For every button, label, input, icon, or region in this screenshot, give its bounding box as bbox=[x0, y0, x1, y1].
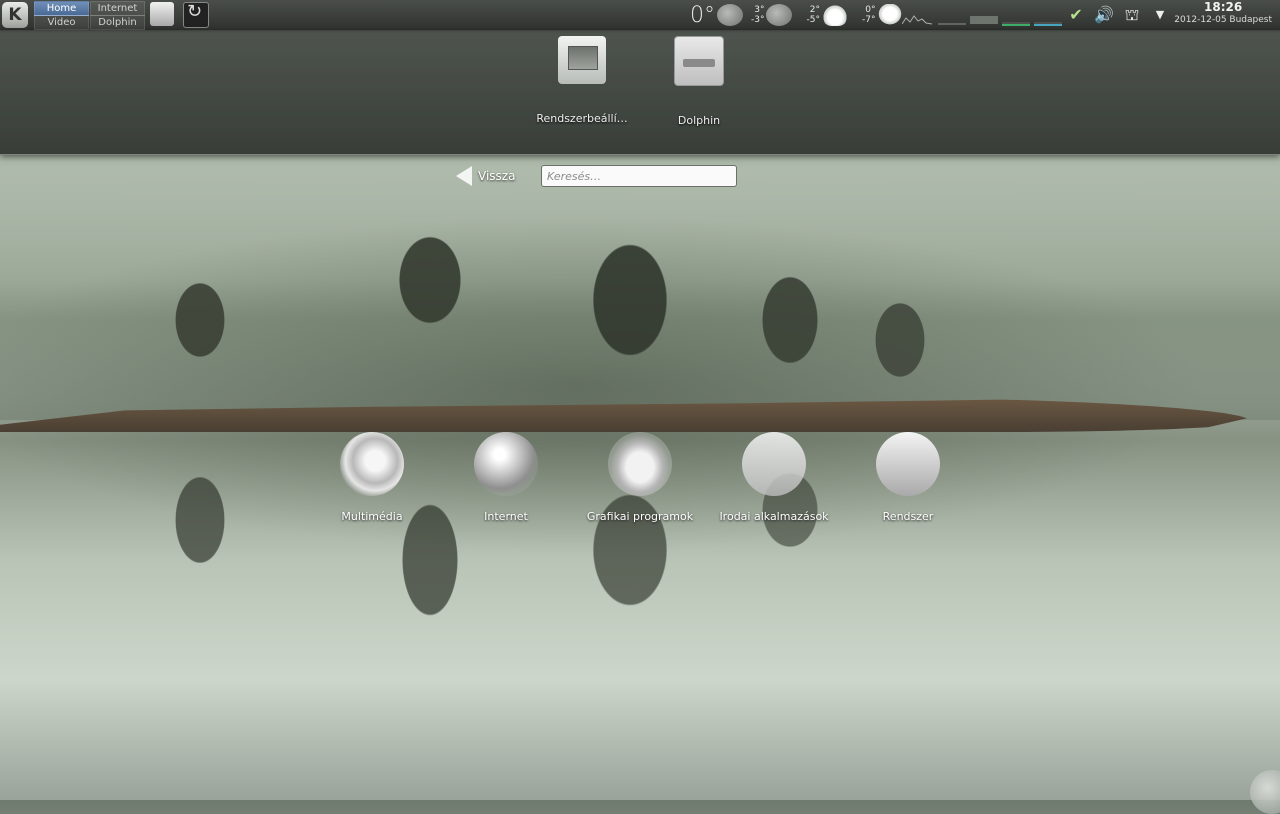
category-label: Grafikai programok bbox=[586, 510, 694, 523]
clock-date: 2012-12-05 Budapest bbox=[1174, 15, 1272, 25]
desktop-toolbox-corner-icon[interactable] bbox=[1250, 770, 1280, 814]
network-icon[interactable]: ⛫ bbox=[1122, 5, 1142, 25]
favorite-label: Rendszerbeállí… bbox=[536, 112, 628, 125]
desktop-dolphin[interactable]: Dolphin bbox=[90, 15, 145, 30]
cpu-graph-icon bbox=[901, 15, 1062, 26]
multimedia-icon bbox=[340, 432, 404, 496]
category-label: Internet bbox=[484, 510, 528, 523]
category-system[interactable]: Rendszer bbox=[838, 432, 978, 523]
desktop-internet[interactable]: Internet bbox=[90, 1, 145, 16]
system-settings-icon bbox=[558, 36, 606, 84]
snow-cloud-icon bbox=[877, 4, 904, 26]
application-launcher-button[interactable]: K bbox=[2, 2, 28, 28]
forecast-day1-high: 3° bbox=[754, 5, 765, 15]
digital-clock[interactable]: 18:26 2012-12-05 Budapest bbox=[1174, 0, 1272, 26]
office-icon bbox=[742, 432, 806, 496]
system-tray: ✔ 🔊 ⛫ ▼ bbox=[1066, 3, 1170, 27]
graphics-icon bbox=[608, 432, 672, 496]
category-office[interactable]: Irodai alkalmazások bbox=[704, 432, 844, 523]
forecast-day2-low: -5° bbox=[806, 15, 820, 25]
weather-widget[interactable]: 0° 3° -3° 2° -5° 0° -7° bbox=[690, 0, 904, 30]
back-arrow-icon bbox=[456, 166, 472, 186]
back-button[interactable]: Vissza bbox=[456, 166, 515, 186]
forecast-day2: 2° -5° bbox=[806, 5, 819, 25]
favorite-system-settings[interactable]: Rendszerbeállí… bbox=[522, 36, 642, 125]
desktop-video[interactable]: Video bbox=[34, 15, 89, 30]
forecast-day2-high: 2° bbox=[809, 5, 820, 15]
favorite-dolphin[interactable]: Dolphin bbox=[639, 36, 759, 127]
forecast-day3-high: 0° bbox=[865, 5, 876, 15]
category-multimedia[interactable]: Multimédia bbox=[302, 432, 442, 523]
night-clear-icon bbox=[717, 4, 743, 26]
taskbar-dolphin-icon[interactable] bbox=[150, 2, 174, 26]
system-monitor-widget[interactable] bbox=[901, 8, 1062, 26]
system-icon bbox=[876, 432, 940, 496]
security-shield-icon[interactable]: ✔ bbox=[1066, 5, 1086, 25]
clock-time: 18:26 bbox=[1204, 0, 1243, 14]
volume-icon[interactable]: 🔊 bbox=[1094, 5, 1114, 25]
current-temperature: 0° bbox=[690, 2, 715, 28]
tray-expand-chevron-icon[interactable]: ▼ bbox=[1150, 5, 1170, 25]
moon-icon bbox=[766, 4, 793, 26]
category-label: Rendszer bbox=[882, 510, 934, 523]
forecast-day3: 0° -7° bbox=[862, 5, 875, 25]
category-graphics[interactable]: Grafikai programok bbox=[570, 432, 710, 523]
forecast-day1: 3° -3° bbox=[751, 5, 764, 25]
cloudy-icon bbox=[821, 4, 848, 26]
virtual-desktop-pager: Home Internet Video Dolphin bbox=[34, 1, 145, 30]
favorite-label: Dolphin bbox=[677, 114, 721, 127]
top-panel: K Home Internet Video Dolphin 0° 3° -3° … bbox=[0, 0, 1280, 31]
internet-globe-icon bbox=[474, 432, 538, 496]
category-label: Multimédia bbox=[341, 510, 403, 523]
category-label: Irodai alkalmazások bbox=[719, 510, 829, 523]
launcher-favorites-bar: Rendszerbeállí… Dolphin bbox=[0, 30, 1280, 155]
dolphin-file-manager-icon bbox=[674, 36, 724, 86]
forecast-day3-low: -7° bbox=[861, 15, 876, 25]
search-input[interactable] bbox=[541, 165, 737, 187]
desktop-home[interactable]: Home bbox=[34, 1, 89, 16]
wallpaper-trees bbox=[140, 200, 970, 410]
taskbar-refresh-icon[interactable] bbox=[183, 1, 209, 28]
forecast-day1-low: -3° bbox=[751, 15, 765, 25]
back-label: Vissza bbox=[478, 169, 516, 183]
category-internet[interactable]: Internet bbox=[436, 432, 576, 523]
